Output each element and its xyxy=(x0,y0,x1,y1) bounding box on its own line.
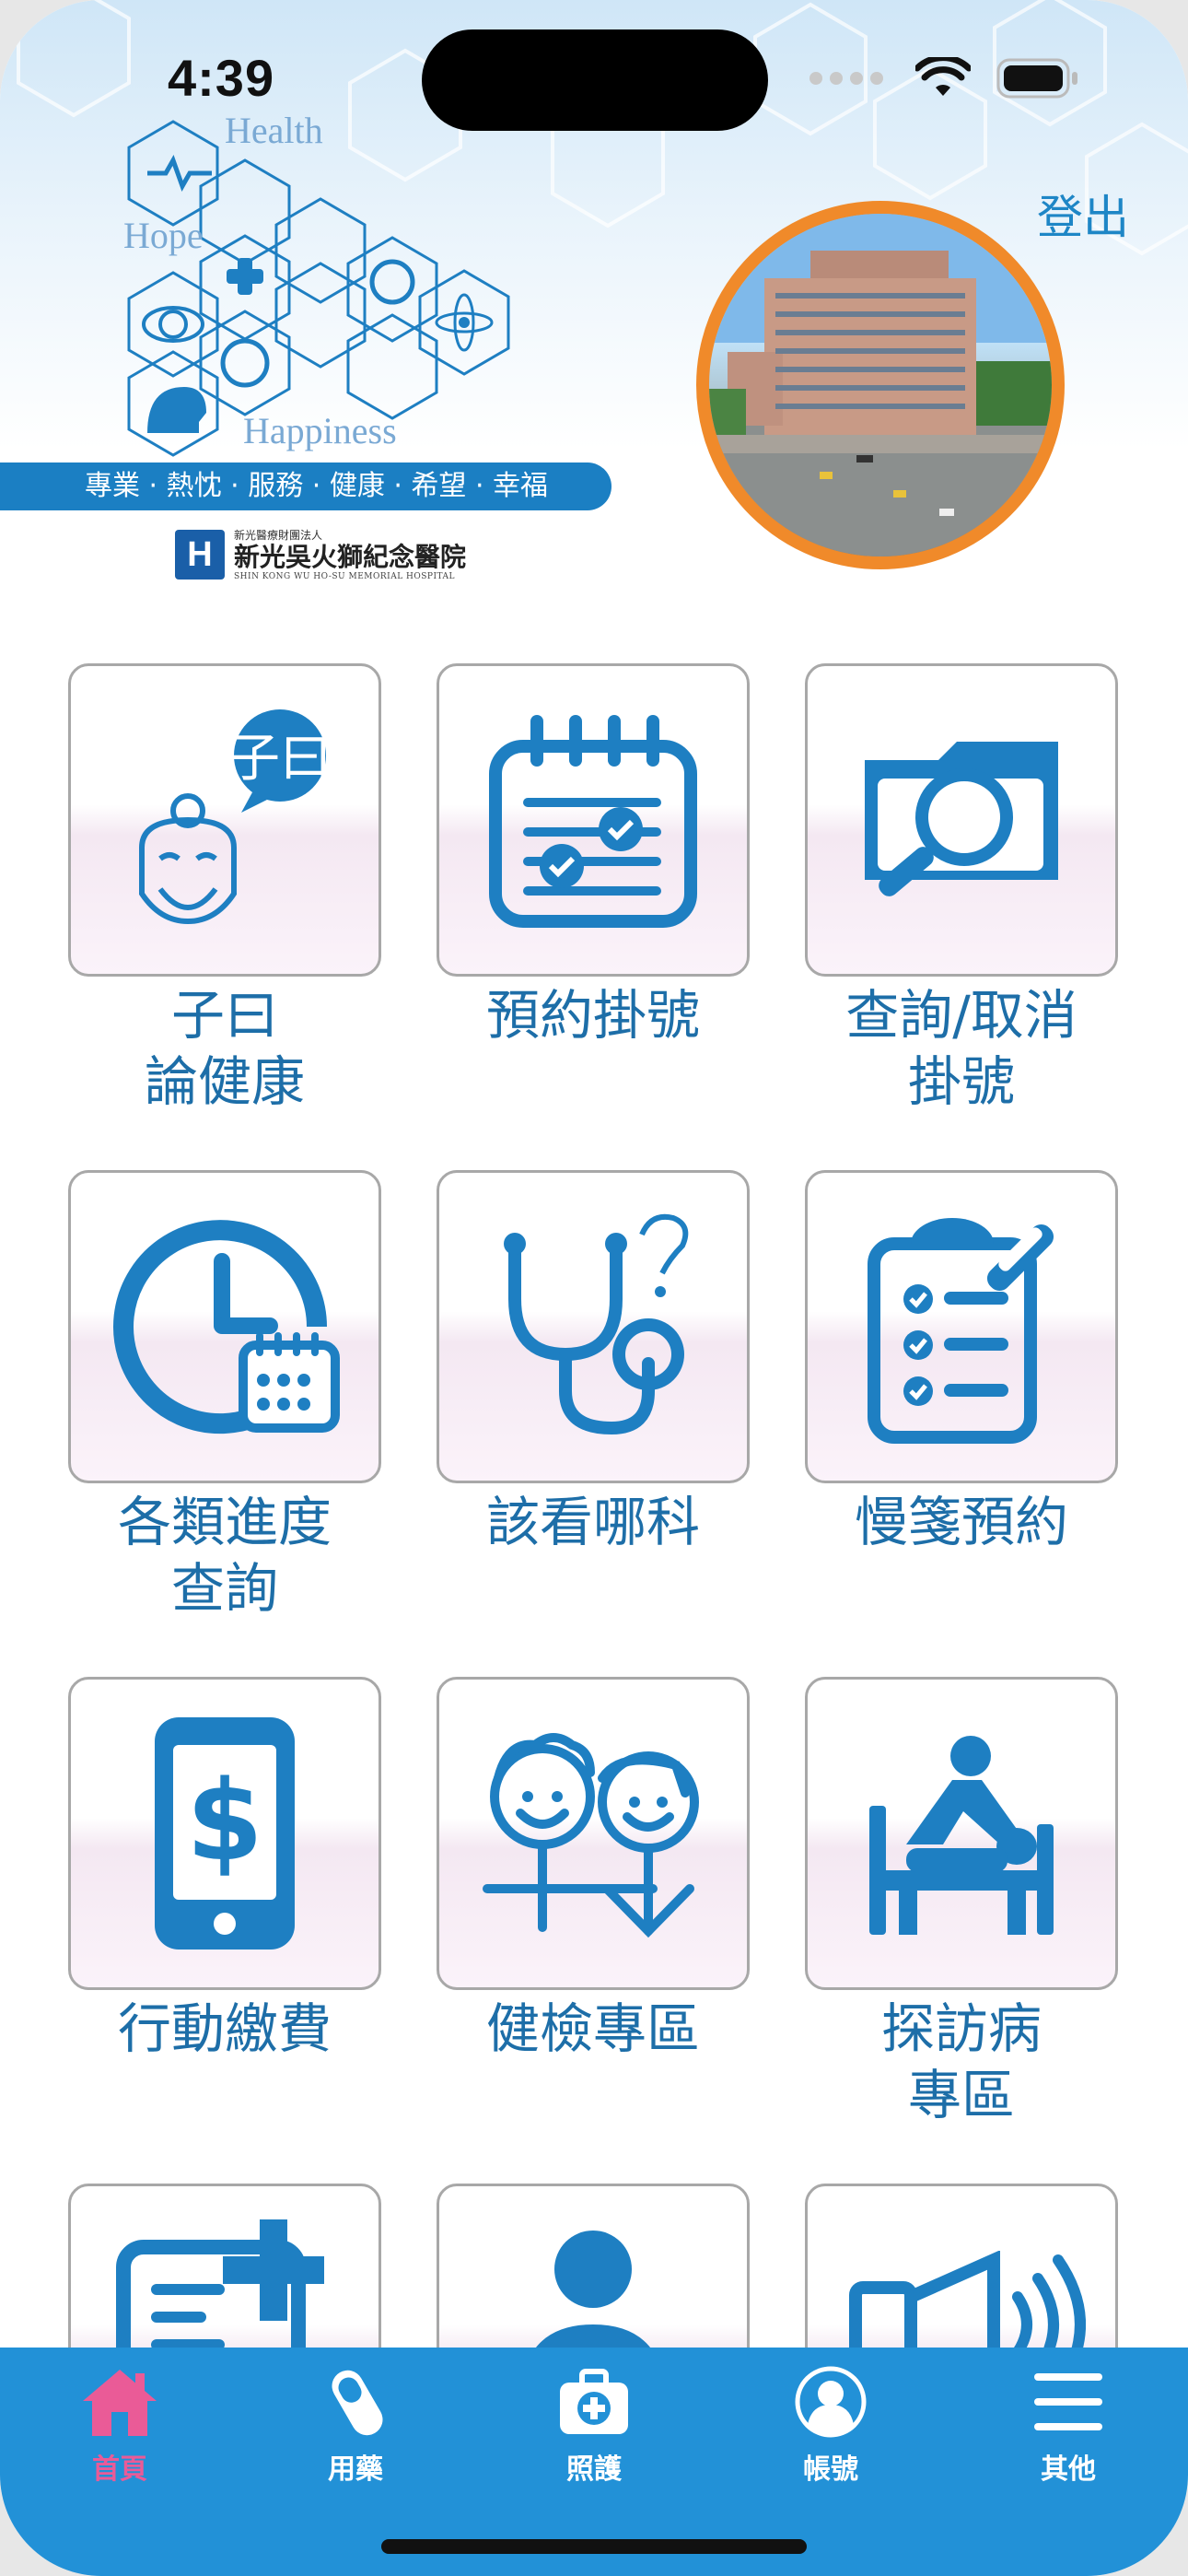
tile-progress-query[interactable]: 各類進度 查詢 xyxy=(68,1170,381,1622)
dynamic-island xyxy=(422,29,768,131)
tile-patient-visit[interactable]: 探訪病 專區 xyxy=(805,1677,1118,2128)
status-icons xyxy=(807,57,1079,100)
hospital-building-image xyxy=(709,214,1052,556)
tile-which-department-box[interactable] xyxy=(437,1170,750,1483)
tile-mobile-payment-label: 行動繳費 xyxy=(117,1997,332,2060)
tile-confucius-health[interactable]: 子曰 子曰 論健康 xyxy=(68,663,381,1115)
tile-refill-prescription-label: 慢箋預約 xyxy=(854,1491,1068,1553)
logo-word-health: Health xyxy=(225,110,323,151)
tile-refill-prescription-box[interactable] xyxy=(805,1170,1118,1483)
tile-appointment-box[interactable] xyxy=(437,663,750,977)
account-icon xyxy=(795,2366,867,2438)
folder-search-icon xyxy=(865,742,1058,896)
tile-progress-query-box[interactable] xyxy=(68,1170,381,1483)
tile-confucius-health-box[interactable]: 子曰 xyxy=(68,663,381,977)
tab-medication-label: 用藥 xyxy=(328,2453,383,2486)
stethoscope-question-icon xyxy=(504,1213,689,1435)
tab-other[interactable]: 其他 xyxy=(995,2366,1142,2487)
hospital-logo: H 新光醫療財團法人 新光吳火獅紀念醫院 SHIN KONG WU HO-SU … xyxy=(175,527,466,581)
home-icon xyxy=(83,2370,157,2436)
tab-account[interactable]: 帳號 xyxy=(757,2366,904,2487)
tile-appointment-label: 預約掛號 xyxy=(485,984,700,1047)
menu-icon xyxy=(1034,2373,1102,2430)
tab-account-label: 帳號 xyxy=(803,2453,858,2486)
header-banner: 4:39 登出 Health Hope Happiness 專業 · 熱忱 · … xyxy=(0,0,1188,599)
tile-progress-query-label: 各類進度 查詢 xyxy=(117,1491,332,1620)
home-indicator[interactable] xyxy=(381,2539,807,2554)
hospital-foundation: 新光醫療財團法人 xyxy=(234,529,323,542)
tile-patient-visit-box[interactable] xyxy=(805,1677,1118,1990)
tile-which-department-label: 該看哪科 xyxy=(485,1491,700,1553)
logo-word-hope: Hope xyxy=(123,215,204,256)
tile-patient-visit-label: 探訪病 專區 xyxy=(880,1997,1042,2126)
tile-which-department[interactable]: 該看哪科 xyxy=(437,1170,750,1555)
logout-button[interactable]: 登出 xyxy=(1037,181,1129,247)
tab-home[interactable]: 首頁 xyxy=(46,2366,193,2487)
tab-care-label: 照護 xyxy=(566,2453,622,2486)
clock-calendar-icon xyxy=(113,1220,340,1434)
tile-health-check-label: 健檢專區 xyxy=(485,1997,700,2060)
tab-medication[interactable]: 用藥 xyxy=(282,2366,429,2487)
tile-health-check-box[interactable] xyxy=(437,1677,750,1990)
tab-home-label: 首頁 xyxy=(92,2453,147,2486)
hospital-photo xyxy=(696,201,1065,569)
tab-other-label: 其他 xyxy=(1041,2453,1096,2486)
tile-health-check[interactable]: 健檢專區 xyxy=(437,1677,750,2062)
battery-icon xyxy=(996,58,1077,99)
slogan-bar: 專業 · 熱忱 · 服務 · 健康 · 希望 · 幸福 xyxy=(0,463,611,510)
tile-mobile-payment-box[interactable]: $ xyxy=(68,1677,381,1990)
pill-icon xyxy=(332,2370,383,2436)
medkit-icon xyxy=(560,2369,628,2434)
clipboard-checklist-icon xyxy=(868,1218,1054,1444)
hospital-name: 新光吳火獅紀念醫院 xyxy=(234,542,467,572)
hospital-logo-icon: H xyxy=(175,529,225,580)
tile-appointment[interactable]: 預約掛號 xyxy=(437,663,750,1048)
hospital-name-en: SHIN KONG WU HO-SU MEMORIAL HOSPITAL xyxy=(234,572,456,581)
tile-refill-prescription[interactable]: 慢箋預約 xyxy=(805,1170,1118,1555)
patient-bed-visit-icon xyxy=(869,1736,1054,1935)
calendar-check-icon xyxy=(489,715,697,928)
tile-query-cancel-box[interactable] xyxy=(805,663,1118,977)
svg-text:子曰: 子曰 xyxy=(228,729,332,789)
phone-dollar-icon: $ xyxy=(155,1717,295,1950)
tab-care[interactable]: 照護 xyxy=(520,2366,668,2487)
tile-query-cancel[interactable]: 查詢/取消 掛號 xyxy=(805,663,1118,1115)
tile-confucius-health-label: 子曰 論健康 xyxy=(144,984,305,1113)
status-time: 4:39 xyxy=(168,49,275,107)
svg-text:$: $ xyxy=(186,1758,263,1886)
health-check-people-icon xyxy=(483,1733,699,1938)
tile-query-cancel-label: 查詢/取消 掛號 xyxy=(845,984,1077,1113)
tile-mobile-payment[interactable]: $ 行動繳費 xyxy=(68,1677,381,2062)
signal-icon xyxy=(809,72,883,85)
wifi-icon xyxy=(915,57,971,96)
app-screen: 4:39 登出 Health Hope Happiness 專業 · 熱忱 · … xyxy=(0,0,1188,2576)
confucius-icon: 子曰 xyxy=(139,709,332,925)
logo-word-happiness: Happiness xyxy=(243,410,397,451)
